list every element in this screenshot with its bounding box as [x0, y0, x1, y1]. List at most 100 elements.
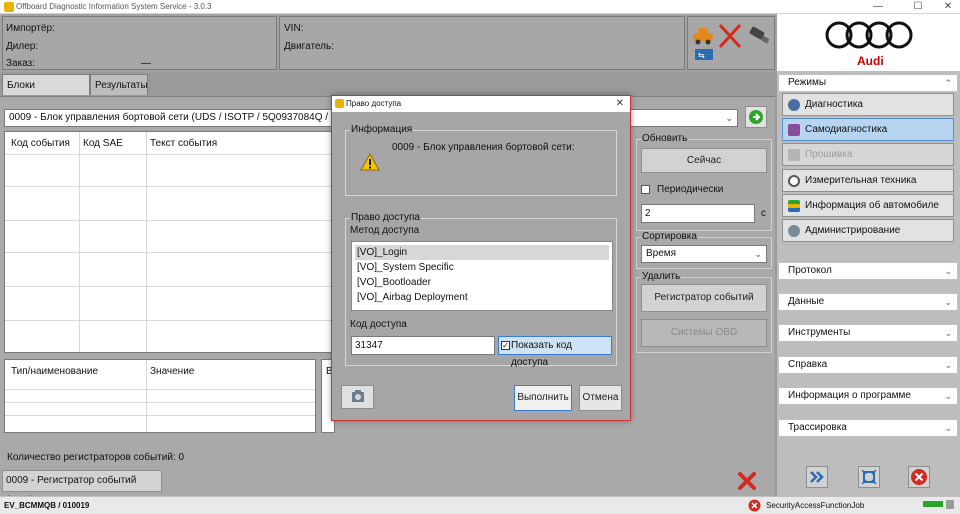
mode-diagnostics[interactable]: Диагностика — [782, 93, 954, 116]
tab-control-units[interactable]: Блоки управления — [2, 74, 90, 112]
engine-label: Двигатель: — [284, 41, 334, 52]
flash-icon — [788, 149, 800, 161]
expand-icon: ⌄ — [944, 266, 952, 276]
no-connection-cross-icon — [718, 23, 742, 49]
maximize-button[interactable]: ☐ — [902, 0, 934, 14]
vin-label: VIN: — [284, 23, 304, 34]
col-value: Значение — [150, 366, 195, 377]
dialog-close-icon[interactable]: ✕ — [616, 96, 624, 112]
stethoscope-icon — [788, 99, 800, 111]
show-code-toggle[interactable]: ✓ Показать код доступа — [498, 336, 612, 368]
dialog-body: Информация 0009 - Блок управления бортов… — [332, 112, 630, 420]
chevron-down-icon: ⌄ — [725, 113, 733, 123]
mode-measurement[interactable]: Измерительная техника — [782, 169, 954, 192]
section-tools[interactable]: Инструменты ⌄ — [778, 324, 958, 342]
expand-icon: ⌄ — [944, 423, 952, 433]
periodic-checkbox[interactable] — [641, 185, 650, 194]
car-icon — [693, 28, 713, 45]
refresh-group-label: Обновить — [641, 133, 689, 144]
events-table: Код события Код SAE Текст события — [4, 131, 336, 353]
arrow-right-green-icon — [749, 110, 763, 124]
mode-administration[interactable]: Администрирование — [782, 219, 954, 242]
access-group-label: Право доступа — [350, 212, 421, 223]
info-text: 0009 - Блок управления бортовой сети: — [392, 142, 575, 153]
sort-select-value: Время — [646, 248, 677, 259]
forward-button[interactable] — [806, 466, 828, 488]
delete-group: Удалить Регистратор событий Системы OBD — [636, 271, 772, 353]
dealer-info-box: Импортёр: Дилер: Заказ: — — [2, 16, 277, 70]
modes-section-header[interactable]: Режимы ⌃ — [778, 74, 958, 92]
mode-vehicle-info[interactable]: Информация об автомобиле — [782, 194, 954, 217]
access-method-item[interactable]: [VO]_Login — [355, 245, 609, 260]
delete-event-log-button[interactable]: Регистратор событий — [641, 284, 767, 312]
connection-small-icon — [946, 500, 954, 509]
access-method-list[interactable]: [VO]_Login [VO]_System Specific [VO]_Boo… — [351, 241, 613, 311]
access-rights-dialog: Право доступа ✕ Информация 0009 - Блок у… — [331, 95, 631, 421]
refresh-now-button[interactable]: Сейчас — [641, 148, 767, 173]
dealer-label: Дилер: — [6, 41, 39, 52]
interval-unit: с — [761, 208, 766, 219]
show-code-label: Показать код доступа — [511, 340, 572, 368]
col-type-name: Тип/наименование — [11, 366, 99, 377]
col-sae-code: Код SAE — [83, 138, 123, 149]
collapse-icon: ⌃ — [944, 78, 952, 88]
mode-flashing[interactable]: Прошивка — [782, 143, 954, 166]
status-job-text: SecurityAccessFunctionJob — [766, 501, 865, 510]
cancel-button[interactable]: Отмена — [579, 385, 622, 411]
status-error-icon — [748, 499, 761, 512]
exit-button[interactable] — [908, 466, 930, 488]
brand-name: Audi — [857, 54, 884, 68]
vehicle-id-box: VIN: Двигатель: — [279, 16, 685, 70]
error-cross-icon[interactable] — [735, 469, 759, 493]
close-window-button[interactable]: ✕ — [932, 0, 960, 14]
mode-self-diagnosis[interactable]: Самодиагностика — [782, 118, 954, 141]
refresh-group: Обновить Сейчас Периодически 2 с — [636, 133, 772, 231]
section-tracing[interactable]: Трассировка ⌄ — [778, 419, 958, 437]
usb-icon: ⇆ — [695, 49, 713, 60]
event-log-count-label: Количество регистраторов событий: 0 — [7, 452, 185, 463]
info-group-label: Информация — [350, 124, 414, 135]
section-data[interactable]: Данные ⌄ — [778, 293, 958, 311]
admin-gear-icon — [788, 225, 800, 237]
odis-app-icon — [4, 2, 14, 12]
dialog-app-icon — [335, 99, 344, 108]
delete-obd-button[interactable]: Системы OBD — [641, 319, 767, 347]
order-value: — — [141, 58, 151, 69]
expand-icon: ⌄ — [944, 391, 952, 401]
event-log-item-button[interactable]: 0009 - Регистратор событий (ESP) — [2, 470, 162, 506]
brand-logo: Audi — [777, 14, 960, 71]
ecu-select-value: 0009 - Блок управления бортовой сети (UD… — [9, 112, 337, 123]
interval-input[interactable]: 2 — [641, 204, 755, 223]
dialog-aux-button[interactable] — [341, 385, 374, 409]
details-table: Тип/наименование Значение — [4, 359, 316, 433]
access-method-item[interactable]: [VO]_Airbag Deployment — [355, 290, 609, 305]
sort-select[interactable]: Время ⌄ — [641, 245, 767, 263]
minimize-button[interactable]: — — [862, 0, 894, 14]
self-diagnosis-icon — [788, 124, 800, 136]
execute-button[interactable]: Выполнить — [514, 385, 572, 411]
tab-results[interactable]: Результаты — [90, 74, 148, 95]
info-group: Информация 0009 - Блок управления бортов… — [345, 124, 617, 196]
fullscreen-button[interactable] — [858, 466, 880, 488]
connection-status-icons: ⇆ — [693, 23, 770, 60]
method-label: Метод доступа — [350, 225, 420, 236]
periodic-label: Периодически — [657, 184, 724, 195]
section-about[interactable]: Информация о программе ⌄ — [778, 387, 958, 405]
section-protocol[interactable]: Протокол ⌄ — [778, 262, 958, 280]
go-button[interactable] — [745, 106, 767, 128]
access-method-item[interactable]: [VO]_Bootloader — [355, 275, 609, 290]
order-label: Заказ: — [6, 58, 36, 69]
section-help[interactable]: Справка ⌄ — [778, 356, 958, 374]
expand-icon: ⌄ — [944, 360, 952, 370]
show-code-checkbox[interactable]: ✓ — [501, 341, 510, 350]
sort-group: Сортировка Время ⌄ — [636, 231, 772, 269]
access-method-item[interactable]: [VO]_System Specific — [355, 260, 609, 275]
svg-text:⇆: ⇆ — [698, 51, 705, 60]
col-event-code: Код события — [11, 138, 70, 149]
expand-icon: ⌄ — [944, 297, 952, 307]
connection-status-box: ⇆ — [687, 16, 775, 70]
battery-status-icon — [923, 501, 943, 507]
window-title: Offboard Diagnostic Information System S… — [16, 2, 212, 11]
window-titlebar: Offboard Diagnostic Information System S… — [0, 0, 960, 14]
access-code-input[interactable]: 31347 — [351, 336, 495, 355]
